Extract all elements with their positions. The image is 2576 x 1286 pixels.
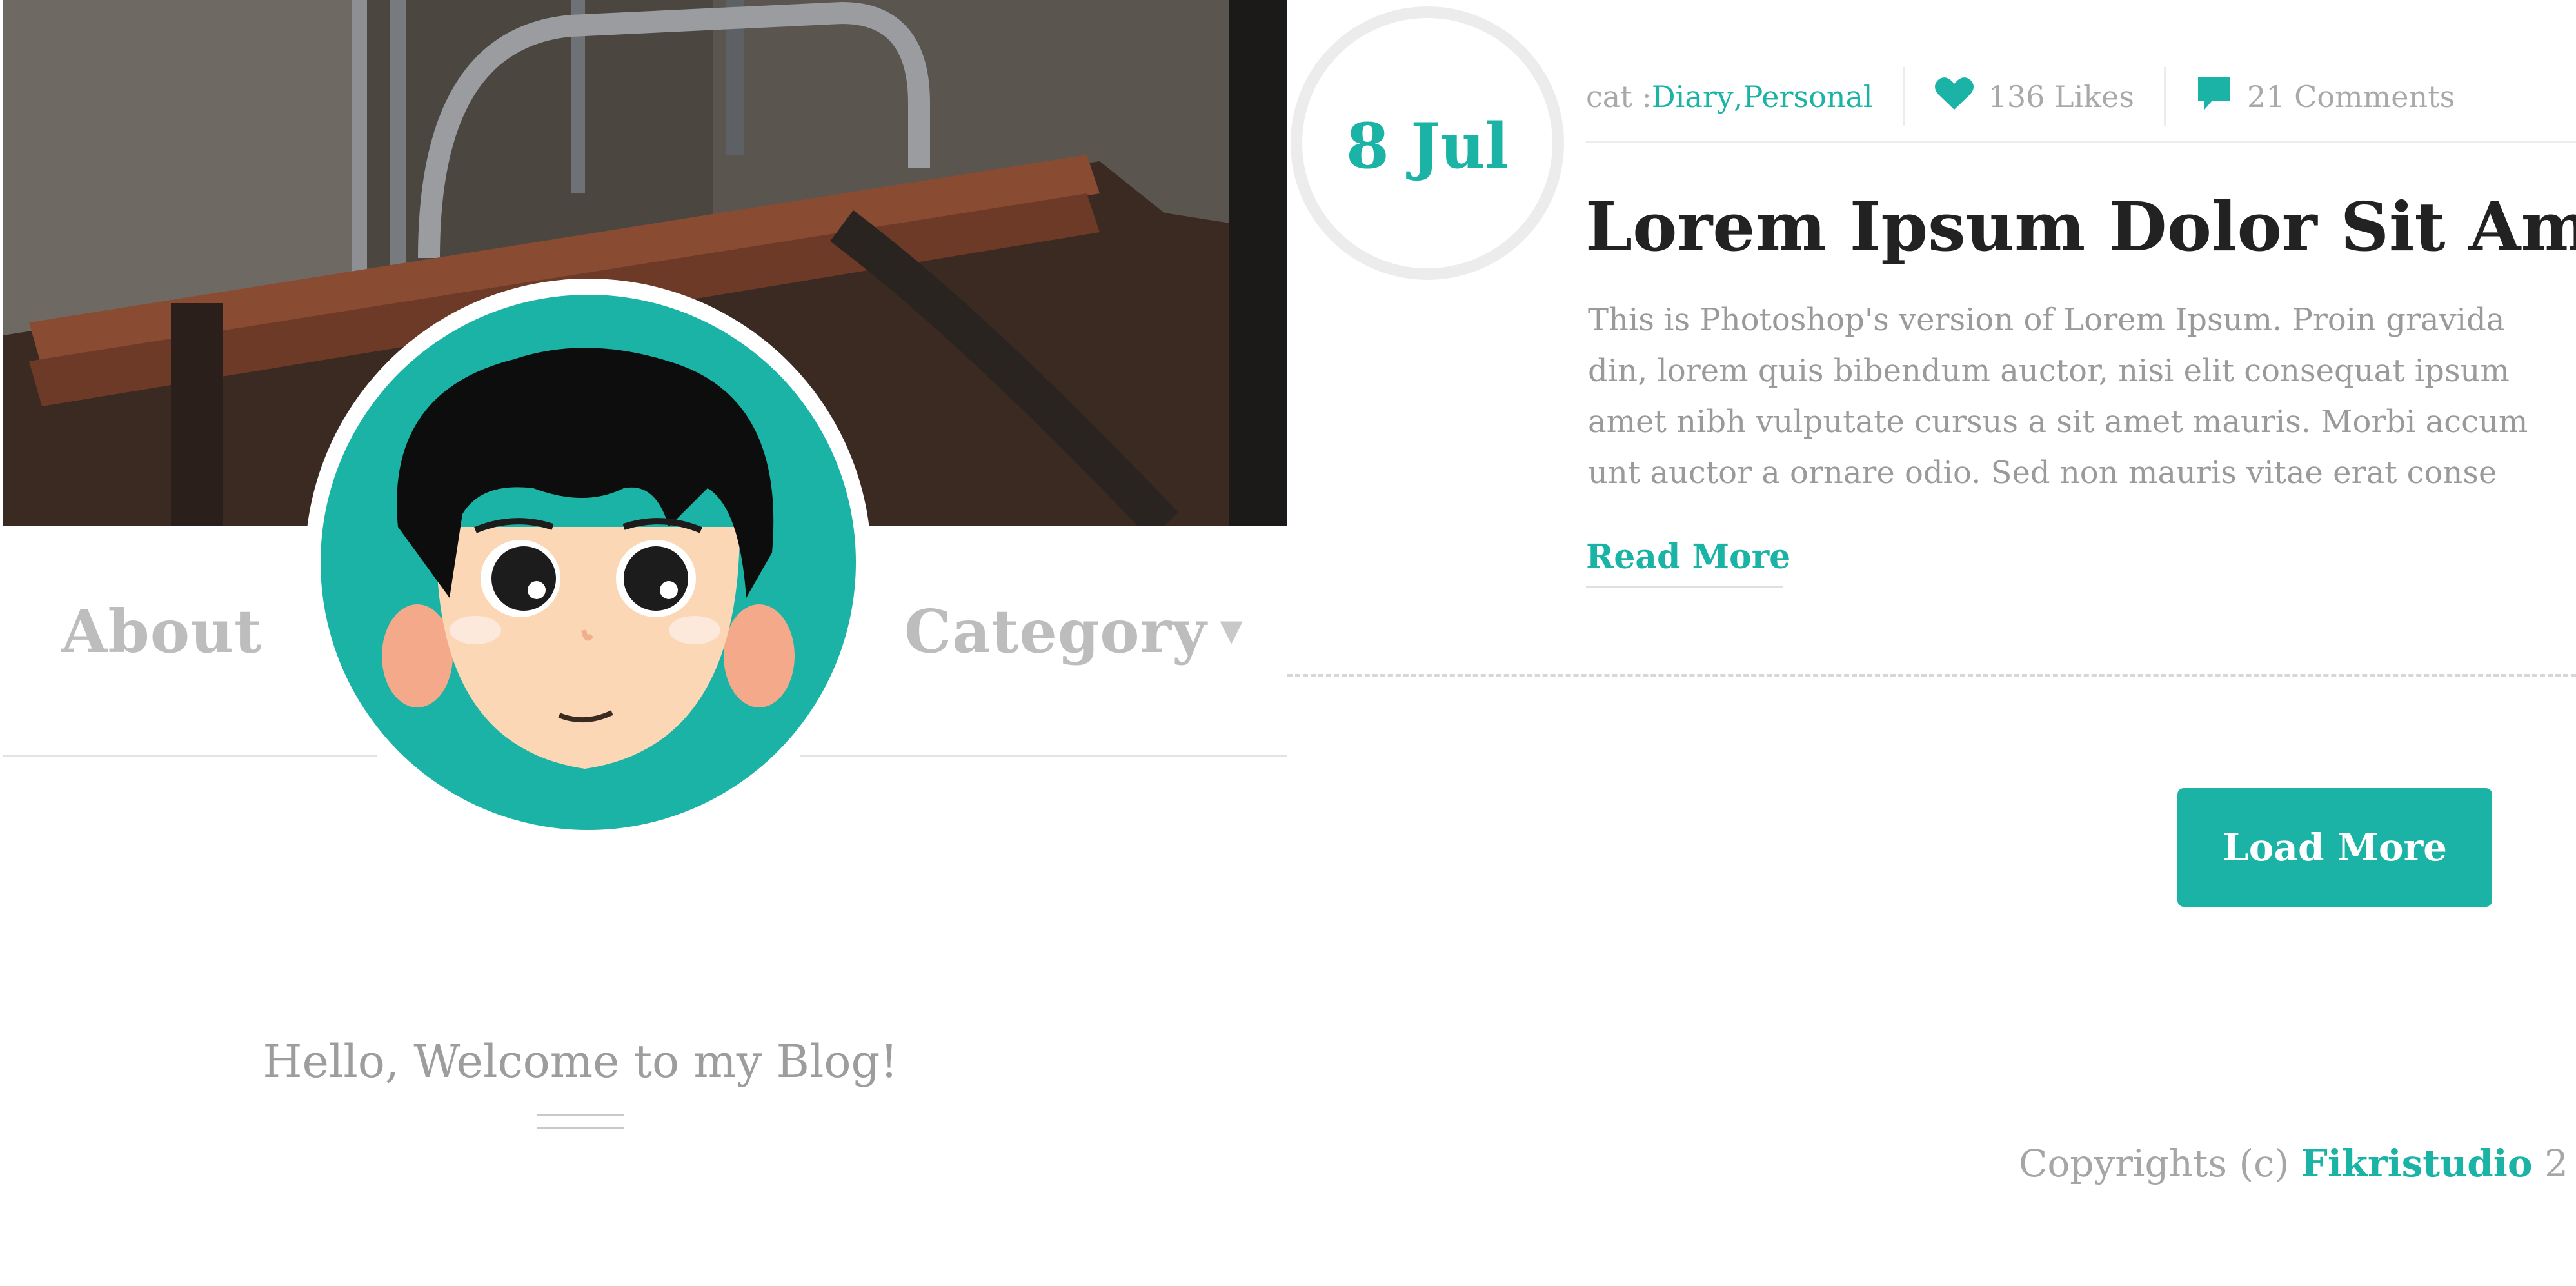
read-more-link[interactable]: Read More <box>1586 537 1790 577</box>
heart-icon[interactable] <box>1934 76 1974 118</box>
likes-count: 136 Likes <box>1988 79 2134 114</box>
post-title[interactable]: Lorem Ipsum Dolor Sit Amet <box>1585 187 2576 266</box>
post-excerpt-line: unt auctor a ornare odio. Sed non mauris… <box>1588 455 2497 491</box>
footer-copyright: Copyrights (c) Fikristudio 2 <box>2019 1142 2568 1185</box>
blog-post-panel: 8 Jul cat : Diary , Personal 136 Likes 2… <box>1287 0 2576 1286</box>
nav-category-link[interactable]: Category ▼ <box>904 597 1243 666</box>
load-more-button[interactable]: Load More <box>2177 788 2492 907</box>
profile-panel: About Category ▼ Hello, Welcome to my Bl… <box>0 0 1287 1286</box>
meta-divider <box>1902 67 1905 126</box>
post-excerpt: This is Photoshop's version of Lorem Ips… <box>1588 295 2576 499</box>
category-prefix: cat : <box>1586 79 1652 114</box>
post-separator <box>1287 674 2576 677</box>
avatar <box>321 295 856 830</box>
welcome-divider-bottom <box>537 1127 624 1129</box>
caret-down-icon: ▼ <box>1220 613 1243 648</box>
welcome-divider-top <box>537 1114 624 1116</box>
category-link-personal[interactable]: Personal <box>1743 79 1872 114</box>
nav-category-label: Category <box>904 597 1207 666</box>
footer-prefix: Copyrights (c) <box>2019 1142 2301 1185</box>
post-date: 8 Jul <box>1346 110 1509 183</box>
footer-suffix: 2 <box>2532 1142 2568 1185</box>
footer-brand-link[interactable]: Fikristudio <box>2301 1142 2533 1185</box>
post-meta: cat : Diary , Personal 136 Likes 21 Comm… <box>1586 67 2455 126</box>
nav-divider-left <box>3 755 377 757</box>
post-excerpt-line: This is Photoshop's version of Lorem Ips… <box>1588 302 2505 338</box>
meta-divider <box>2163 67 2166 126</box>
post-excerpt-line: din, lorem quis bibendum auctor, nisi el… <box>1588 353 2510 389</box>
meta-divider-line <box>1586 141 2576 143</box>
nav-about-link[interactable]: About <box>61 597 262 666</box>
read-more-underline <box>1586 586 1783 588</box>
comments-count: 21 Comments <box>2246 79 2455 114</box>
post-excerpt-line: amet nibh vulputate cursus a sit amet ma… <box>1588 404 2528 440</box>
nav-divider-right <box>800 755 1287 757</box>
comment-icon[interactable] <box>2195 75 2233 119</box>
category-separator: , <box>1733 79 1743 114</box>
cartoon-avatar-icon <box>382 348 795 769</box>
category-link-diary[interactable]: Diary <box>1652 79 1734 114</box>
welcome-text: Hello, Welcome to my Blog! <box>263 1035 898 1088</box>
